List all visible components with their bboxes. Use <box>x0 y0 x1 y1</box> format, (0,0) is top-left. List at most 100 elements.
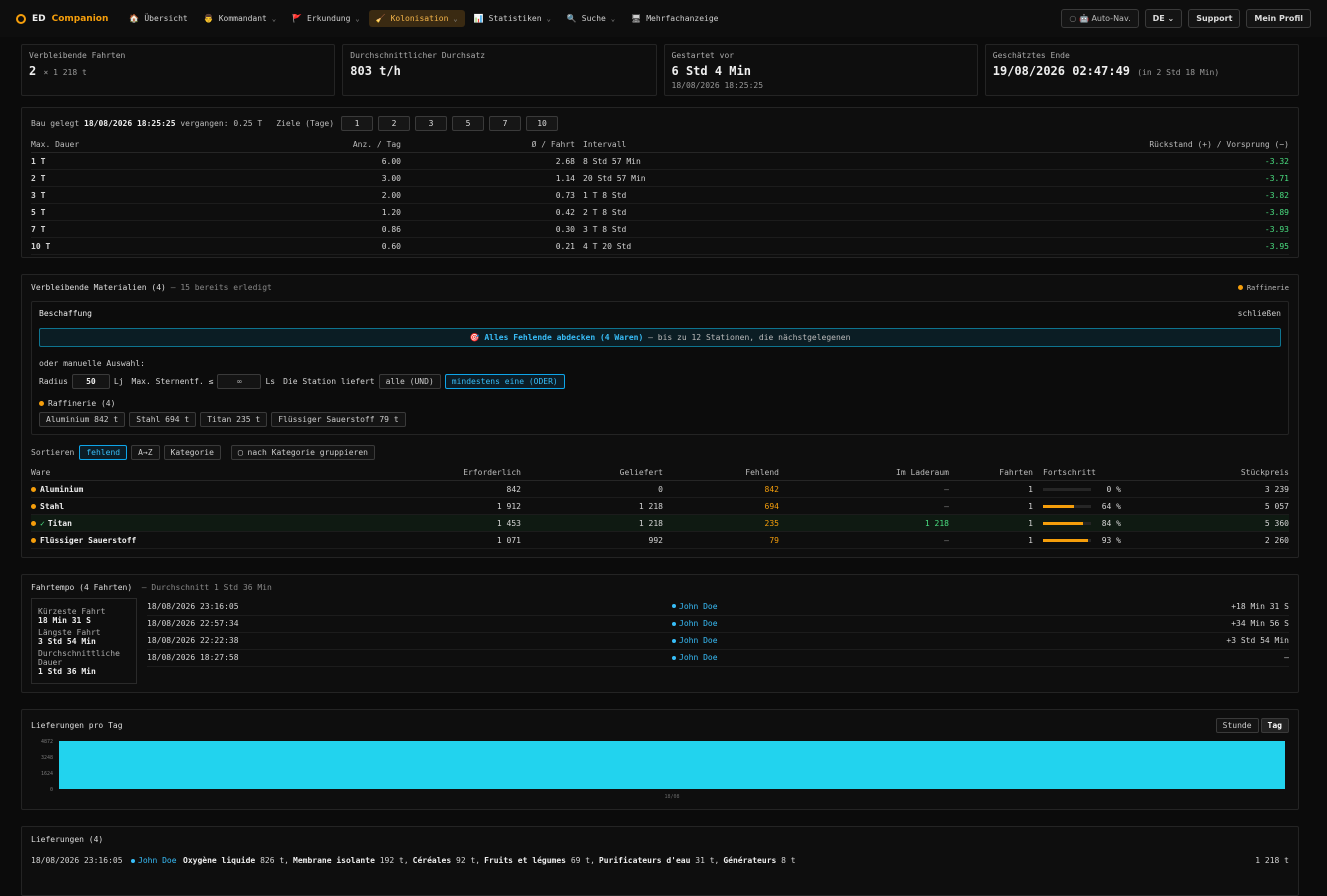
table-row[interactable]: Stahl 1 912 1 218 694—1 64 % 5 057 <box>31 497 1289 515</box>
y-tick-label: 3248 <box>41 755 53 761</box>
auto-nav-button[interactable]: ○ 🤖 Auto-Nav. <box>1061 9 1139 28</box>
group-toggle[interactable]: ▢ nach Kategorie gruppieren <box>230 445 375 460</box>
option-any[interactable]: mindestens eine (ODER) <box>444 374 565 389</box>
material-chip[interactable]: Titan 235 t <box>200 412 268 427</box>
column-header: Rückstand (+) / Vorsprung (−) <box>814 137 1289 153</box>
table-cell: 0.21 <box>401 237 575 255</box>
material-chip[interactable]: Aluminium 842 t <box>39 412 126 427</box>
nav-label: Statistiken <box>488 14 542 23</box>
material-name: Stahl <box>31 497 331 515</box>
goal-button-7[interactable]: 7 <box>489 116 522 131</box>
card-value-main: 19/08/2026 02:47:49 <box>992 64 1131 78</box>
goal-button-5[interactable]: 5 <box>452 116 485 131</box>
table-cell: 6.00 <box>311 152 401 170</box>
table-cell: -3.82 <box>814 186 1289 204</box>
tempo-user[interactable]: John Doe <box>672 632 932 650</box>
profile-button[interactable]: Mein Profil <box>1246 9 1311 28</box>
nav-suche[interactable]: 🔍 Suche ⌄ <box>560 10 622 27</box>
close-link[interactable]: schließen <box>1238 309 1281 318</box>
table-row[interactable]: Aluminium 842 0 842—1 0 % 3 239 <box>31 480 1289 498</box>
goal-button-3[interactable]: 3 <box>415 116 448 131</box>
cargo-cell: — <box>779 531 949 549</box>
missing-cell: 235 <box>663 514 779 532</box>
column-header: Geliefert <box>521 465 663 481</box>
summary-card: Verbleibende Fahrten 2 × 1 218 t <box>21 44 336 96</box>
chart-bar[interactable] <box>59 741 1285 789</box>
radius-input[interactable]: 50 <box>71 374 110 389</box>
column-header: Stückpreis <box>1123 465 1289 481</box>
column-header: Ø / Fahrt <box>401 137 575 153</box>
nav-statistiken[interactable]: 📊 Statistiken ⌄ <box>467 10 558 27</box>
user-dot <box>672 655 676 660</box>
delivery-row[interactable]: 18/08/2026 23:16:05 John Doe Oxygène liq… <box>31 856 1289 865</box>
nav-kommandant[interactable]: 👨 Kommandant ⌄ <box>197 10 283 27</box>
table-cell: 3.00 <box>311 169 401 187</box>
table-cell: 2.68 <box>401 152 575 170</box>
sort-button[interactable]: A→Z <box>131 445 160 460</box>
summary-card: Durchschnittlicher Durchsatz 803 t/h <box>342 44 657 96</box>
delivered-cell: 1 218 <box>521 514 663 532</box>
table-row: 5 T 1.20 0.42 2 T 8 Std -3.89 <box>31 203 1289 221</box>
tempo-user[interactable]: John Doe <box>672 649 932 667</box>
group-label: Raffinerie (4) <box>39 399 1281 408</box>
language-select[interactable]: DE ⌄ <box>1144 9 1183 28</box>
targets-table: Max. Dauer Anz. / Tag Ø / Fahrt Intervall Rü… <box>31 137 1289 255</box>
delivery-item-qty: 826 t <box>260 856 285 865</box>
radius-unit: Lj <box>113 377 124 386</box>
delivery-total: 1 218 t <box>1255 856 1289 865</box>
summary-card: Geschätztes Ende 19/08/2026 02:47:49 (in … <box>984 44 1299 96</box>
tempo-user[interactable]: John Doe <box>672 598 932 616</box>
support-button[interactable]: Support <box>1188 9 1241 28</box>
tempo-user-name: John Doe <box>679 601 718 611</box>
nav-erkundung[interactable]: 🚩 Erkundung ⌄ <box>285 10 367 27</box>
material-label: Aluminium <box>40 484 84 494</box>
progress-cell: 93 % <box>1033 531 1123 549</box>
materials-panel: Verbleibende Materialien (4) — 15 bereit… <box>21 274 1299 558</box>
tempo-delta: +3 Std 54 Min <box>931 632 1289 650</box>
goal-button-10[interactable]: 10 <box>526 116 559 131</box>
legend-label: Raffinerie <box>1246 283 1289 292</box>
table-row[interactable]: ✓ Titan 1 453 1 218 235 1 218 1 84 % 5 360 <box>31 514 1289 532</box>
table-cell: 20 Std 57 Min <box>575 169 815 187</box>
nav-label: Kolonisation <box>390 14 449 23</box>
user-dot <box>672 604 676 609</box>
nav-mehrfachanzeige[interactable]: 🖥 Mehrfachanzeige <box>624 10 725 27</box>
day-button[interactable]: Tag <box>1260 718 1289 733</box>
delivery-item: Générateurs 8 t <box>723 856 795 865</box>
delivery-user[interactable]: John Doe <box>131 856 183 865</box>
trips-cell: 1 <box>949 531 1033 549</box>
option-all[interactable]: alle (UND) <box>378 374 441 389</box>
summary-card: Gestartet vor 6 Std 4 Min 18/08/2026 18:25… <box>663 44 978 96</box>
table-row[interactable]: Flüssiger Sauerstoff 1 071 992 79—1 93 % 2 26… <box>31 531 1289 549</box>
goal-button-2[interactable]: 2 <box>378 116 411 131</box>
delivery-item-name: Oxygène liquide <box>183 856 256 865</box>
brand-logo[interactable]: ED Companion <box>16 13 109 24</box>
table-row: 18/08/2026 22:22:38 John Doe +3 Std 54 Min <box>147 632 1289 650</box>
tempo-user-name: John Doe <box>679 653 718 662</box>
x-tick-label: 18/08 <box>664 794 679 800</box>
nav-übersicht[interactable]: 🏠 Übersicht <box>122 10 194 27</box>
tempo-user[interactable]: John Doe <box>672 615 932 633</box>
delivery-item-qty: 92 t <box>456 856 476 865</box>
table-cell: -3.32 <box>814 152 1289 170</box>
sort-button[interactable]: Kategorie <box>163 445 221 460</box>
card-sub: 18/08/2026 18:25:25 <box>671 81 764 90</box>
material-chip[interactable]: Stahl 694 t <box>129 412 197 427</box>
hour-button[interactable]: Stunde <box>1215 718 1259 733</box>
user-dot <box>672 621 676 626</box>
brand-name-a: ED <box>32 13 46 24</box>
sort-label: Sortieren <box>31 448 75 457</box>
brand-name-b: Companion <box>51 13 109 24</box>
legend-raffinerie: Raffinerie <box>1237 283 1289 292</box>
card-value: 2 × 1 218 t <box>29 64 327 78</box>
material-chip[interactable]: Flüssiger Sauerstoff 79 t <box>271 412 406 427</box>
table-row: 1 T 6.00 2.68 8 Std 57 Min -3.32 <box>31 152 1289 170</box>
delivery-item-name: Générateurs <box>723 856 777 865</box>
sort-button[interactable]: fehlend <box>79 445 128 460</box>
goal-button-1[interactable]: 1 <box>341 116 374 131</box>
distance-input[interactable]: ∞ <box>217 374 262 389</box>
cover-all-button[interactable]: 🎯 Alles Fehlende abdecken (4 Waren) — bi… <box>39 328 1281 347</box>
column-header: Ware <box>31 465 331 481</box>
table-cell: 0.30 <box>401 220 575 238</box>
nav-kolonisation[interactable]: 🧹 Kolonisation ⌄ <box>368 10 465 27</box>
